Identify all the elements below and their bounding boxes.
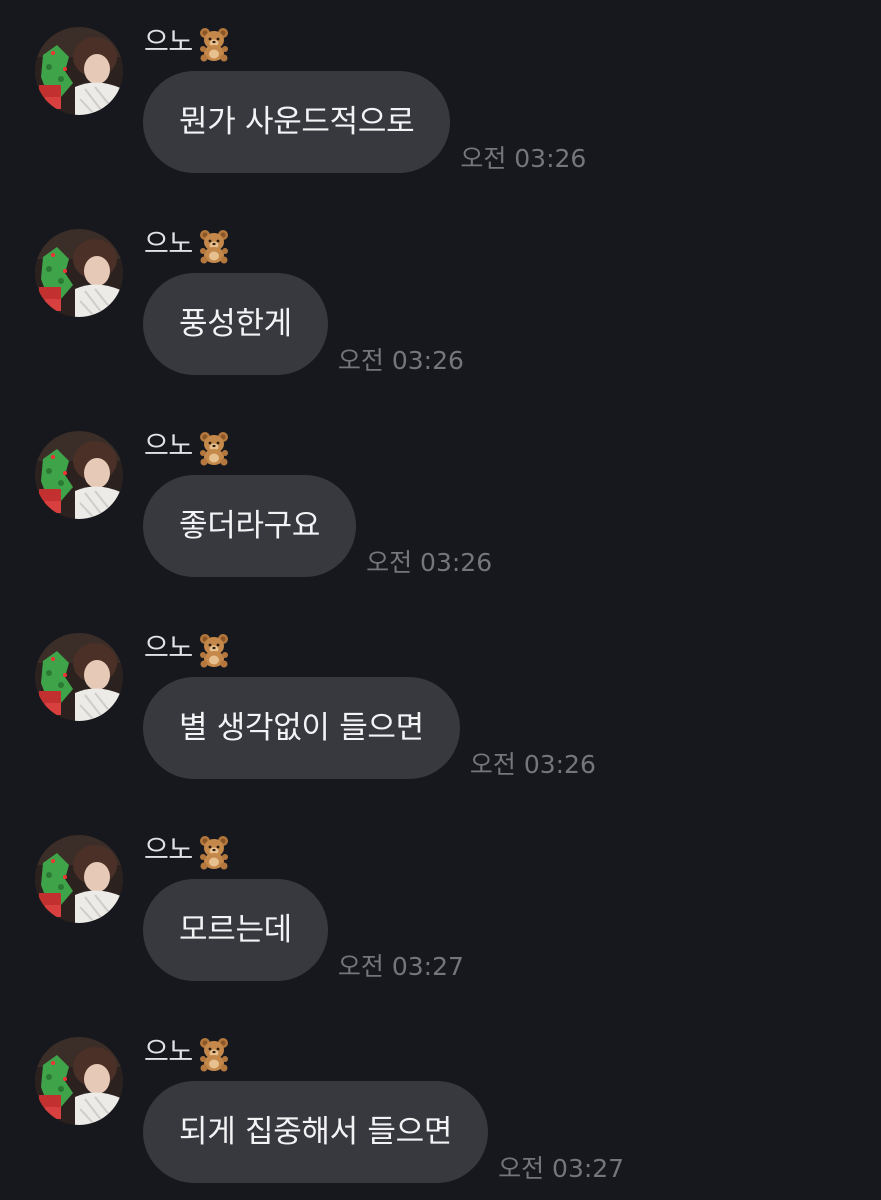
sender-name: 으노 [144, 835, 193, 866]
chat-message: 으노 좋더라구요 오전 03:26 [0, 431, 881, 591]
sender-name: 으노 [144, 431, 193, 462]
message-bubble[interactable]: 모르는데 [143, 879, 328, 981]
message-bubble[interactable]: 뭔가 사운드적으로 [143, 71, 451, 173]
message-timestamp: 오전 03:26 [469, 750, 596, 779]
chat-message: 으노 별 생각없이 들으면 오전 03:26 [0, 633, 881, 793]
message-row: 별 생각없이 들으면 오전 03:26 [143, 677, 596, 779]
sender-avatar[interactable] [35, 27, 123, 115]
avatar-photo [35, 835, 123, 923]
message-bubble[interactable]: 별 생각없이 들으면 [143, 677, 460, 779]
teddy-bear-icon [199, 1038, 228, 1072]
teddy-bear-icon [199, 432, 228, 466]
message-timestamp: 오전 03:26 [366, 548, 493, 577]
message-row: 모르는데 오전 03:27 [143, 879, 464, 981]
avatar-photo [35, 229, 123, 317]
message-timestamp: 오전 03:26 [337, 346, 464, 375]
message-row: 풍성한게 오전 03:26 [143, 273, 464, 375]
sender-label: 으노 [144, 831, 233, 871]
sender-label: 으노 [144, 225, 233, 265]
message-timestamp: 오전 03:27 [337, 952, 464, 981]
chat-message-list[interactable]: 으노 뭔가 사운드적으로 오전 03:26 으노 풍성한게 오전 03:26 으… [0, 0, 881, 1200]
message-timestamp: 오전 03:26 [460, 144, 587, 173]
sender-avatar[interactable] [35, 431, 123, 519]
sender-label: 으노 [144, 23, 233, 63]
chat-message: 으노 되게 집중해서 들으면 오전 03:27 [0, 1037, 881, 1197]
sender-label: 으노 [144, 1033, 233, 1073]
sender-name: 으노 [144, 633, 193, 664]
avatar-photo [35, 27, 123, 115]
message-row: 좋더라구요 오전 03:26 [143, 475, 492, 577]
message-timestamp: 오전 03:27 [498, 1154, 625, 1183]
avatar-photo [35, 633, 123, 721]
teddy-bear-icon [199, 28, 228, 62]
teddy-bear-icon [199, 230, 228, 264]
avatar-photo [35, 431, 123, 519]
sender-avatar[interactable] [35, 229, 123, 317]
message-row: 되게 집중해서 들으면 오전 03:27 [143, 1081, 624, 1183]
sender-name: 으노 [144, 1037, 193, 1068]
sender-label: 으노 [144, 427, 233, 467]
teddy-bear-icon [199, 634, 228, 668]
message-bubble[interactable]: 풍성한게 [143, 273, 328, 375]
teddy-bear-icon [199, 836, 228, 870]
sender-avatar[interactable] [35, 633, 123, 721]
chat-message: 으노 풍성한게 오전 03:26 [0, 229, 881, 389]
chat-message: 으노 뭔가 사운드적으로 오전 03:26 [0, 27, 881, 187]
chat-message: 으노 모르는데 오전 03:27 [0, 835, 881, 995]
sender-name: 으노 [144, 229, 193, 260]
sender-avatar[interactable] [35, 1037, 123, 1125]
message-row: 뭔가 사운드적으로 오전 03:26 [143, 71, 586, 173]
message-bubble[interactable]: 되게 집중해서 들으면 [143, 1081, 489, 1183]
message-bubble[interactable]: 좋더라구요 [143, 475, 357, 577]
sender-avatar[interactable] [35, 835, 123, 923]
sender-name: 으노 [144, 27, 193, 58]
sender-label: 으노 [144, 629, 233, 669]
avatar-photo [35, 1037, 123, 1125]
